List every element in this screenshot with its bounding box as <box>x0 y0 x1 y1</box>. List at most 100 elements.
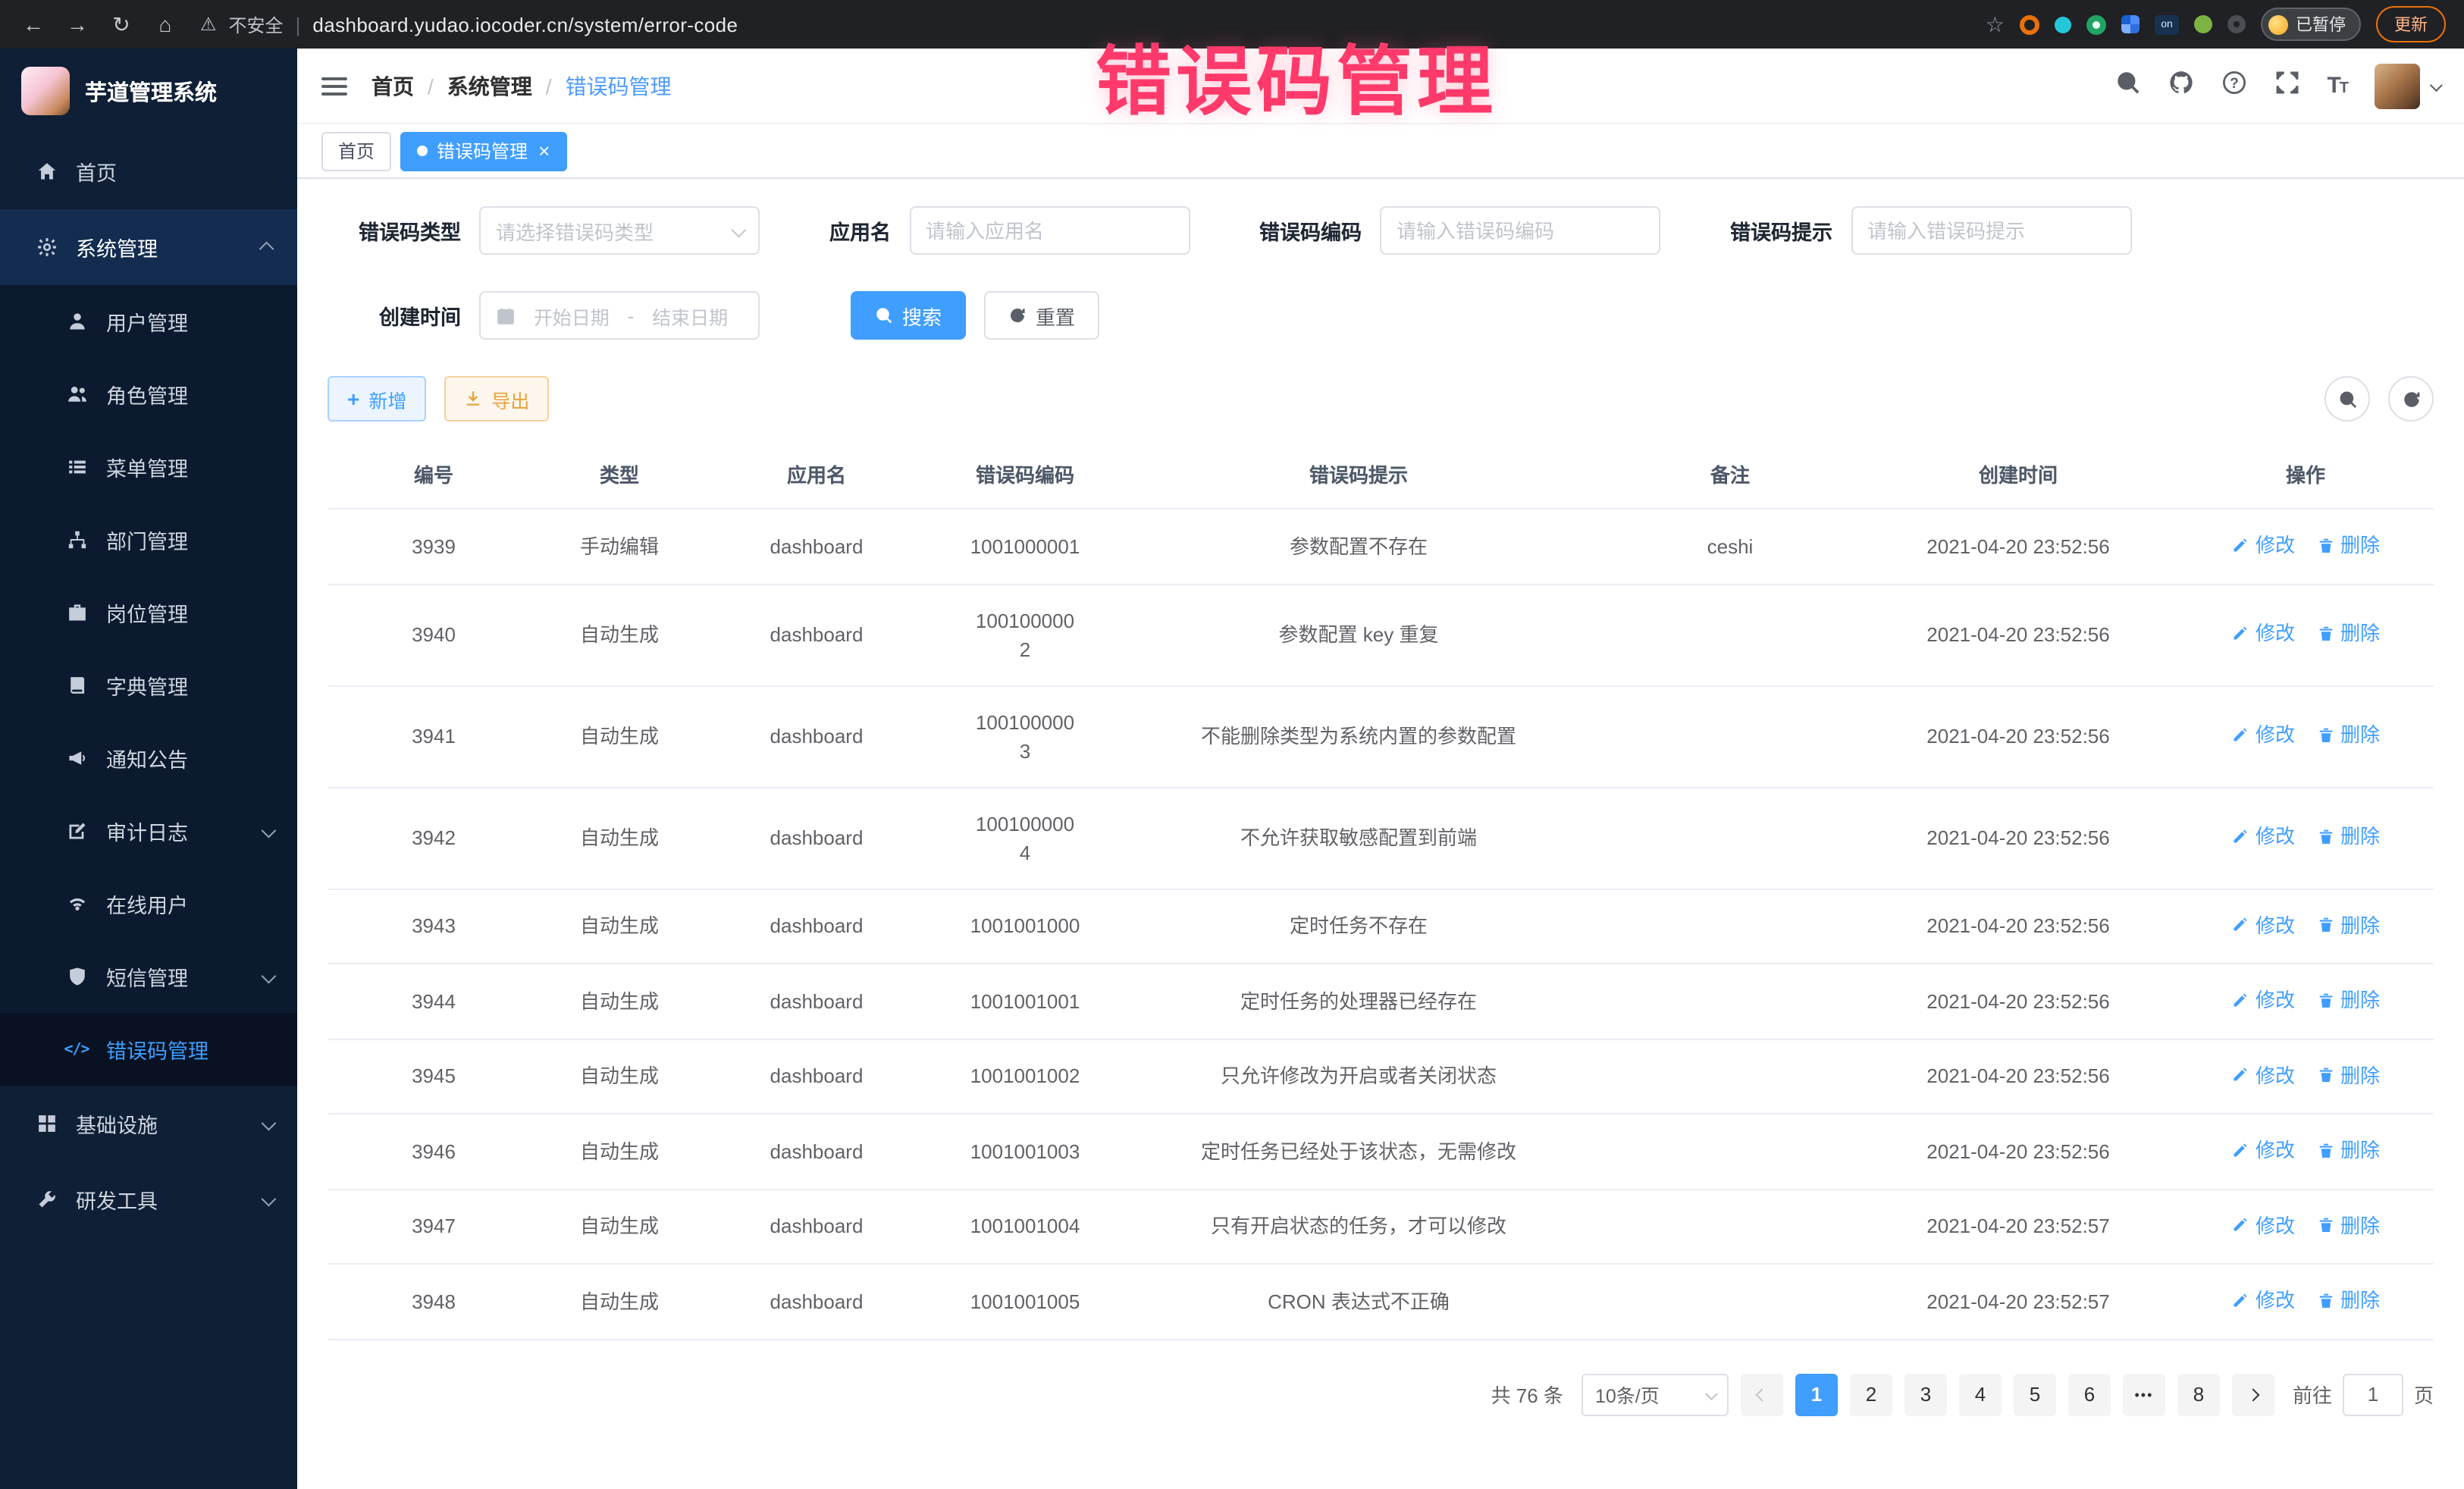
create-time-range-picker[interactable]: 开始日期 - 结束日期 <box>479 291 760 340</box>
url-text[interactable]: dashboard.yudao.iocoder.cn/system/error-… <box>312 13 738 36</box>
chevron-up-icon <box>262 242 273 252</box>
sidebar-item-notice[interactable]: 通知公告 <box>0 722 297 795</box>
update-button[interactable]: 更新 <box>2376 6 2446 42</box>
sidebar-item-sms-management[interactable]: 短信管理 <box>0 940 297 1013</box>
extension-icon-5[interactable]: on <box>2155 14 2179 34</box>
edit-link[interactable]: 修改 <box>2231 1286 2295 1315</box>
filter-row-1: 错误码类型 请选择错误码类型 应用名 错误码编码 <box>328 206 2434 255</box>
next-page-button[interactable] <box>2232 1373 2274 1415</box>
font-size-icon[interactable]: TT <box>2327 73 2347 99</box>
bookmark-star-icon[interactable]: ☆ <box>1986 11 2005 37</box>
sidebar-item-menu-management[interactable]: 菜单管理 <box>0 431 297 503</box>
github-icon[interactable] <box>2168 71 2193 101</box>
browser-back-icon[interactable]: ← <box>18 12 49 36</box>
page-size-value: 10条/页 <box>1595 1380 1660 1409</box>
search-button[interactable]: 搜索 <box>851 291 966 340</box>
browser-home-icon[interactable]: ⌂ <box>150 12 180 36</box>
browser-reload-icon[interactable]: ↻ <box>106 11 136 37</box>
extension-icon-2[interactable] <box>2055 16 2071 33</box>
sidebar-item-dept-management[interactable]: 部门管理 <box>0 503 297 576</box>
edit-link[interactable]: 修改 <box>2231 619 2295 648</box>
page-button-8[interactable]: 8 <box>2177 1373 2220 1415</box>
cell-msg: 只有开启状态的任务，才可以修改 <box>1116 1189 1601 1264</box>
page-button-2[interactable]: 2 <box>1850 1373 1892 1415</box>
delete-link[interactable]: 删除 <box>2316 911 2380 939</box>
delete-link[interactable]: 删除 <box>2316 619 2380 648</box>
delete-link[interactable]: 删除 <box>2316 1061 2380 1089</box>
page-button-3[interactable]: 3 <box>1904 1373 1947 1415</box>
browser-forward-icon[interactable]: → <box>62 12 92 36</box>
edit-link[interactable]: 修改 <box>2231 531 2295 560</box>
edit-link[interactable]: 修改 <box>2231 1211 2295 1240</box>
paused-badge[interactable]: 已暂停 <box>2261 8 2361 41</box>
column-header: 错误码提示 <box>1116 440 1601 509</box>
filter-app-label: 应用名 <box>829 215 891 246</box>
sidebar-item-dict-management[interactable]: 字典管理 <box>0 649 297 722</box>
page-button-1[interactable]: 1 <box>1795 1373 1838 1415</box>
delete-link[interactable]: 删除 <box>2316 1136 2380 1165</box>
toggle-search-button[interactable] <box>2324 376 2370 422</box>
header-search-icon[interactable] <box>2114 71 2140 101</box>
delete-link[interactable]: 删除 <box>2316 1286 2380 1315</box>
sidebar-item-online-users[interactable]: 在线用户 <box>0 867 297 940</box>
goto-page-input[interactable] <box>2343 1373 2403 1415</box>
edit-link[interactable]: 修改 <box>2231 1061 2295 1089</box>
delete-link[interactable]: 删除 <box>2316 1211 2380 1240</box>
reset-button[interactable]: 重置 <box>984 291 1099 340</box>
avatar <box>2375 63 2420 108</box>
fullscreen-icon[interactable] <box>2274 71 2299 101</box>
cell-msg: 定时任务已经处于该状态，无需修改 <box>1116 1114 1601 1189</box>
address-bar[interactable]: ⚠ 不安全 | dashboard.yudao.iocoder.cn/syste… <box>200 11 1972 37</box>
column-header: 创建时间 <box>1859 440 2177 509</box>
sidebar-item-system-management[interactable]: 系统管理 <box>0 209 297 285</box>
sidebar-item-infrastructure[interactable]: 基础设施 <box>0 1086 297 1161</box>
prev-page-button[interactable] <box>1741 1373 1783 1415</box>
error-code-input[interactable] <box>1397 219 1644 242</box>
extension-icon-4[interactable] <box>2121 15 2140 33</box>
page-ellipsis[interactable]: ••• <box>2123 1373 2165 1415</box>
user-menu[interactable] <box>2375 63 2440 108</box>
sidebar-item-role-management[interactable]: 角色管理 <box>0 358 297 431</box>
breadcrumb-home[interactable]: 首页 <box>371 71 414 101</box>
cell-actions: 修改删除 <box>2177 1039 2434 1114</box>
edit-link[interactable]: 修改 <box>2231 823 2295 851</box>
extension-icon-7[interactable] <box>2227 15 2246 33</box>
export-button[interactable]: 导出 <box>444 376 549 422</box>
delete-link[interactable]: 删除 <box>2316 721 2380 750</box>
sidebar-item-post-management[interactable]: 岗位管理 <box>0 576 297 649</box>
tab-home[interactable]: 首页 <box>321 131 391 171</box>
cell-time: 2021-04-20 23:52:56 <box>1859 889 2177 964</box>
error-hint-input[interactable] <box>1867 219 2114 242</box>
security-label[interactable]: 不安全 <box>229 11 284 37</box>
sidebar-item-user-management[interactable]: 用户管理 <box>0 285 297 358</box>
page-button-6[interactable]: 6 <box>2068 1373 2111 1415</box>
edit-link[interactable]: 修改 <box>2231 1136 2295 1165</box>
page-button-5[interactable]: 5 <box>2014 1373 2056 1415</box>
extension-icon-3[interactable] <box>2086 14 2106 34</box>
breadcrumb-system[interactable]: 系统管理 <box>447 71 532 101</box>
column-header: 编号 <box>328 440 540 509</box>
delete-link[interactable]: 删除 <box>2316 986 2380 1014</box>
hamburger-icon[interactable] <box>321 77 347 95</box>
edit-link[interactable]: 修改 <box>2231 911 2295 939</box>
sidebar-item-dev-tools[interactable]: 研发工具 <box>0 1161 297 1237</box>
page-size-select[interactable]: 10条/页 <box>1582 1373 1729 1415</box>
help-icon[interactable]: ? <box>2221 71 2246 101</box>
sidebar-item-audit-log[interactable]: 审计日志 <box>0 795 297 867</box>
edit-link[interactable]: 修改 <box>2231 986 2295 1014</box>
extension-icon-6[interactable] <box>2194 15 2212 33</box>
sidebar-item-error-code-management[interactable]: </>错误码管理 <box>0 1013 297 1086</box>
sidebar-item-home[interactable]: 首页 <box>0 133 297 209</box>
close-icon[interactable]: × <box>538 141 550 161</box>
app-name-input[interactable] <box>926 219 1173 242</box>
extension-icon-1[interactable] <box>2020 14 2039 34</box>
delete-link[interactable]: 删除 <box>2316 823 2380 851</box>
refresh-button[interactable] <box>2388 376 2434 422</box>
error-type-select[interactable]: 请选择错误码类型 <box>479 206 760 255</box>
add-button[interactable]: + 新增 <box>328 376 426 422</box>
app-logo[interactable]: 芋道管理系统 <box>0 49 297 133</box>
tab-error-code[interactable]: 错误码管理 × <box>400 131 566 171</box>
delete-link[interactable]: 删除 <box>2316 531 2380 560</box>
page-button-4[interactable]: 4 <box>1959 1373 2002 1415</box>
edit-link[interactable]: 修改 <box>2231 721 2295 750</box>
